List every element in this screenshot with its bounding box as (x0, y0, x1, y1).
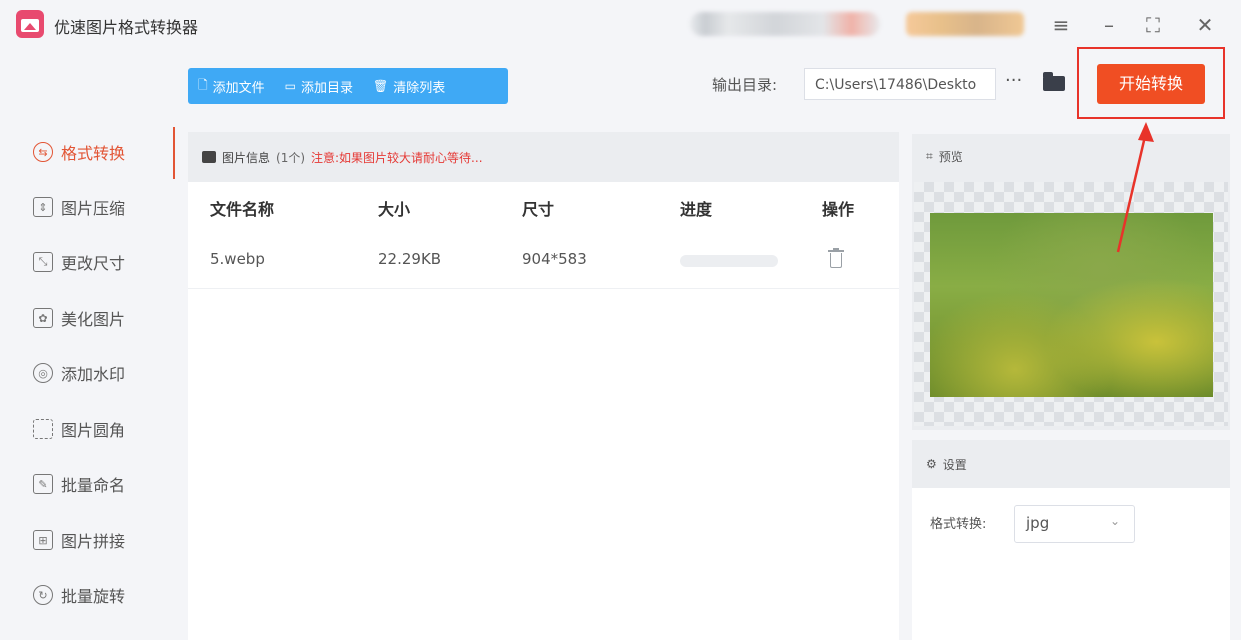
file-toolbar: 🗋 添加文件 ▭ 添加目录 🗑 清除列表 (188, 68, 508, 104)
column-header-dimensions: 尺寸 (522, 200, 555, 219)
preview-icon: ⌗ (926, 149, 933, 163)
round-corner-icon (33, 419, 53, 439)
gear-icon: ⚙ (926, 457, 937, 471)
column-header-name: 文件名称 (210, 200, 275, 219)
progress-bar (680, 255, 778, 267)
open-folder-icon[interactable] (1042, 70, 1068, 92)
close-icon[interactable]: ✕ (1192, 12, 1218, 38)
sidebar-item-label: 图片压缩 (61, 199, 126, 218)
add-file-button[interactable]: 🗋 添加文件 (188, 76, 275, 97)
preview-header: ⌗ 预览 (926, 148, 963, 165)
output-dir-field[interactable]: C:\Users\17486\Deskto (804, 68, 996, 100)
format-select-value[interactable]: jpg (1026, 514, 1049, 532)
add-folder-button[interactable]: ▭ 添加目录 (275, 77, 363, 96)
sidebar-item-label: 添加水印 (61, 365, 126, 384)
blurred-vip-badge (906, 12, 1024, 36)
sidebar-item-rename[interactable]: ✎ 批量命名 (33, 466, 125, 502)
preview-image (930, 213, 1213, 397)
sidebar-item-label: 更改尺寸 (61, 254, 126, 273)
column-header-size: 大小 (378, 200, 411, 219)
sidebar-item-label: 批量命名 (61, 476, 126, 495)
sidebar-item-format-convert[interactable]: ⇆ 格式转换 (33, 134, 125, 170)
compress-icon: ⇕ (33, 197, 53, 217)
clear-list-label: 清除列表 (393, 80, 446, 96)
preview-title: 预览 (938, 150, 963, 164)
trash-small-icon: 🗑 (373, 79, 389, 93)
beautify-icon: ✿ (33, 308, 53, 328)
sidebar-item-stitch[interactable]: ⊞ 图片拼接 (33, 522, 125, 558)
file-icon: 🗋 (198, 77, 208, 92)
settings-title: 设置 (942, 457, 967, 472)
resize-icon: ⤡ (33, 252, 53, 272)
clear-list-button[interactable]: 🗑 清除列表 (363, 77, 455, 96)
format-label: 格式转换: (930, 517, 987, 532)
sidebar-item-beautify[interactable]: ✿ 美化图片 (33, 300, 125, 336)
sidebar-item-label: 格式转换 (61, 144, 126, 163)
file-name-cell: 5.webp (210, 250, 265, 268)
column-header-progress: 进度 (680, 200, 713, 219)
swap-icon: ⇆ (33, 142, 53, 162)
sidebar-item-label: 批量旋转 (61, 587, 126, 606)
maximize-icon[interactable]: ⛶ (1140, 12, 1166, 38)
info-label: 图片信息 (222, 150, 271, 165)
file-count: (1个) (276, 150, 306, 165)
file-dimensions-cell: 904*583 (522, 250, 587, 268)
file-size-cell: 22.29KB (378, 250, 442, 268)
blurred-account-info (690, 12, 880, 36)
rotate-icon: ↻ (33, 585, 53, 605)
watermark-icon: ◎ (33, 363, 53, 383)
sidebar-item-rotate[interactable]: ↻ 批量旋转 (33, 577, 125, 613)
sidebar-item-label: 图片拼接 (61, 532, 126, 551)
sidebar-item-label: 美化图片 (61, 310, 126, 329)
menu-icon[interactable]: ≡ (1048, 12, 1074, 38)
sidebar-item-round-corner[interactable]: 图片圆角 (33, 411, 125, 447)
add-file-label: 添加文件 (212, 80, 265, 96)
add-folder-label: 添加目录 (301, 80, 354, 96)
app-logo-icon (16, 10, 44, 38)
sidebar-item-compress[interactable]: ⇕ 图片压缩 (33, 189, 125, 225)
info-note: 注意:如果图片较大请耐心等待... (311, 150, 483, 165)
sidebar-item-watermark[interactable]: ◎ 添加水印 (33, 355, 125, 391)
app-title: 优速图片格式转换器 (54, 18, 199, 37)
info-bar: 图片信息 (1个) 注意:如果图片较大请耐心等待... (188, 132, 899, 182)
minimize-icon[interactable]: – (1096, 12, 1122, 38)
settings-header: ⚙ 设置 (912, 440, 1230, 488)
output-dir-label: 输出目录: (712, 76, 778, 94)
rename-icon: ✎ (33, 474, 53, 494)
chevron-down-icon[interactable]: ⌄ (1110, 514, 1120, 528)
delete-icon[interactable] (828, 248, 844, 270)
active-indicator (173, 127, 175, 179)
start-convert-button[interactable]: 开始转换 (1097, 64, 1205, 104)
column-header-actions: 操作 (822, 200, 855, 219)
sidebar-item-resize[interactable]: ⤡ 更改尺寸 (33, 244, 125, 280)
folder-outline-icon: ▭ (284, 79, 297, 93)
annotation-arrow (1116, 122, 1154, 253)
image-info-icon (202, 151, 216, 163)
stitch-icon: ⊞ (33, 530, 53, 550)
row-divider (188, 288, 899, 289)
more-options-button[interactable]: ··· (1005, 70, 1022, 91)
sidebar-item-label: 图片圆角 (61, 421, 126, 440)
